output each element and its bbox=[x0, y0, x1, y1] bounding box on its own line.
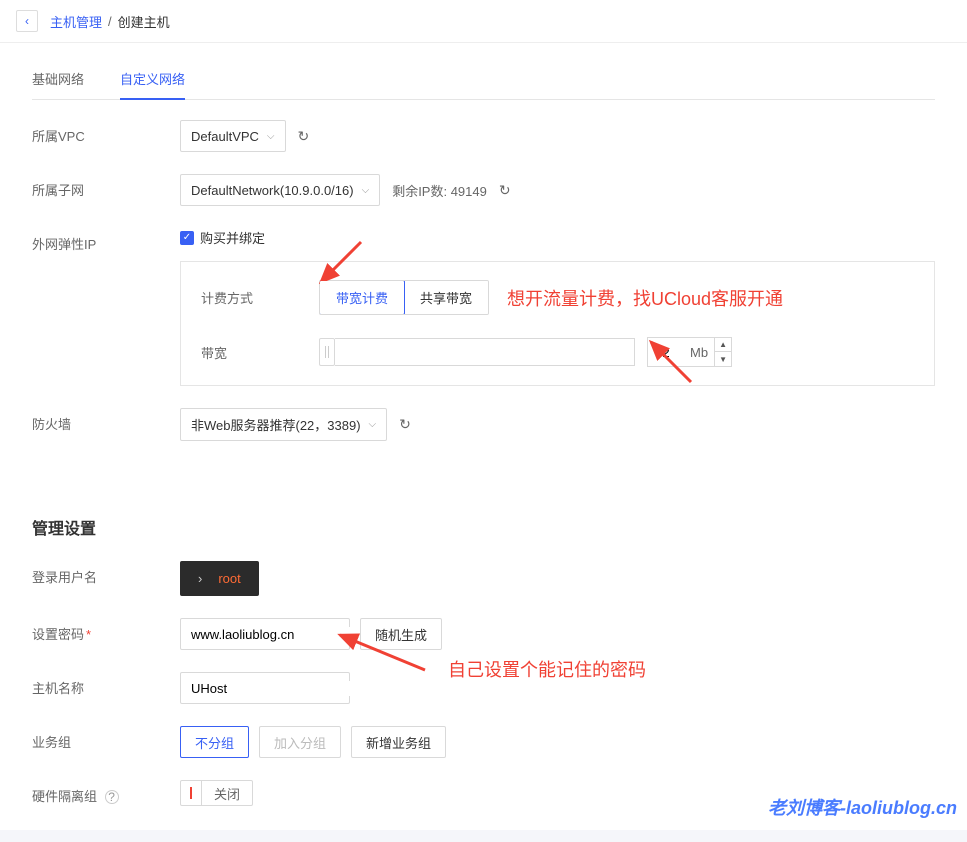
billing-segment: 带宽计费 共享带宽 bbox=[319, 280, 489, 315]
login-label: 登录用户名 bbox=[32, 561, 180, 586]
isolation-toggle[interactable]: 关闭 bbox=[180, 780, 253, 806]
bandwidth-slider-handle[interactable] bbox=[319, 338, 335, 366]
help-icon[interactable]: ? bbox=[105, 790, 119, 804]
eip-sub-panel: 计费方式 带宽计费 共享带宽 想开流量计费，找UCloud客服开通 带宽 bbox=[180, 261, 935, 386]
eip-checkbox[interactable]: ✓ 购买并绑定 bbox=[180, 228, 265, 247]
chevron-down-icon: ⌵ bbox=[267, 131, 275, 142]
bandwidth-slider-track[interactable] bbox=[335, 338, 635, 366]
vpc-select[interactable]: DefaultVPC ⌵ bbox=[180, 120, 286, 152]
billing-bandwidth[interactable]: 带宽计费 bbox=[319, 280, 405, 315]
breadcrumb: ‹ 主机管理 / 创建主机 bbox=[0, 0, 967, 43]
bandwidth-unit: Mb bbox=[684, 345, 714, 360]
bizgroup-join-button[interactable]: 加入分组 bbox=[259, 726, 341, 758]
bandwidth-value[interactable] bbox=[648, 345, 684, 360]
management-title: 管理设置 bbox=[32, 515, 935, 539]
chevron-down-icon: ⌵ bbox=[362, 185, 370, 196]
back-button[interactable]: ‹ bbox=[16, 10, 38, 32]
vpc-value: DefaultVPC bbox=[191, 129, 259, 144]
bandwidth-down-icon[interactable]: ▼ bbox=[715, 352, 731, 366]
breadcrumb-separator: / bbox=[108, 14, 112, 29]
billing-label: 计费方式 bbox=[201, 288, 319, 307]
bandwidth-label: 带宽 bbox=[201, 343, 319, 362]
eip-label: 外网弹性IP bbox=[32, 228, 180, 253]
login-username: root bbox=[218, 571, 240, 586]
toggle-off-label: 关闭 bbox=[201, 781, 252, 805]
password-input[interactable] bbox=[191, 627, 367, 642]
login-user-display: › root bbox=[180, 561, 259, 596]
vpc-label: 所属VPC bbox=[32, 120, 180, 145]
bizgroup-add-button[interactable]: 新增业务组 bbox=[351, 726, 446, 758]
eip-checkbox-label: 购买并绑定 bbox=[200, 228, 265, 247]
chevron-down-icon: ⌵ bbox=[369, 419, 377, 430]
billing-shared[interactable]: 共享带宽 bbox=[404, 281, 488, 314]
bandwidth-up-icon[interactable]: ▲ bbox=[715, 338, 731, 352]
subnet-refresh-icon[interactable]: ↻ bbox=[499, 182, 511, 199]
remaining-ip-text: 剩余IP数: 49149 bbox=[392, 181, 487, 200]
tab-custom-network[interactable]: 自定义网络 bbox=[120, 59, 185, 100]
subnet-label: 所属子网 bbox=[32, 174, 180, 199]
hostname-input-wrap bbox=[180, 672, 350, 704]
firewall-select[interactable]: 非Web服务器推荐(22，3389) ⌵ bbox=[180, 408, 387, 441]
hostname-input[interactable] bbox=[191, 681, 367, 696]
firewall-value: 非Web服务器推荐(22，3389) bbox=[191, 415, 361, 434]
isolation-label: 硬件隔离组 ? bbox=[32, 780, 180, 805]
bizgroup-none-button[interactable]: 不分组 bbox=[180, 726, 249, 758]
bizgroup-label: 业务组 bbox=[32, 726, 180, 751]
toggle-indicator-icon bbox=[181, 787, 201, 799]
check-icon: ✓ bbox=[180, 231, 194, 245]
firewall-label: 防火墙 bbox=[32, 408, 180, 433]
subnet-select[interactable]: DefaultNetwork(10.9.0.0/16) ⌵ bbox=[180, 174, 380, 206]
network-tabs: 基础网络 自定义网络 bbox=[32, 59, 935, 100]
breadcrumb-current: 创建主机 bbox=[118, 12, 170, 31]
watermark: 老刘博客-laoliublog.cn bbox=[768, 794, 957, 820]
breadcrumb-parent[interactable]: 主机管理 bbox=[50, 12, 102, 31]
random-password-button[interactable]: 随机生成 bbox=[360, 618, 442, 650]
hostname-label: 主机名称 bbox=[32, 672, 180, 697]
bandwidth-input[interactable]: Mb ▲ ▼ bbox=[647, 337, 732, 367]
password-input-wrap: 👁 bbox=[180, 618, 350, 650]
terminal-prompt-icon: › bbox=[198, 571, 202, 586]
tab-basic-network[interactable]: 基础网络 bbox=[32, 59, 84, 99]
firewall-refresh-icon[interactable]: ↻ bbox=[399, 416, 411, 433]
billing-annotation: 想开流量计费，找UCloud客服开通 bbox=[507, 285, 783, 311]
subnet-value: DefaultNetwork(10.9.0.0/16) bbox=[191, 183, 354, 198]
vpc-refresh-icon[interactable]: ↻ bbox=[298, 128, 310, 145]
password-label: 设置密码* bbox=[32, 618, 180, 643]
password-annotation: 自己设置个能记住的密码 bbox=[448, 656, 646, 682]
